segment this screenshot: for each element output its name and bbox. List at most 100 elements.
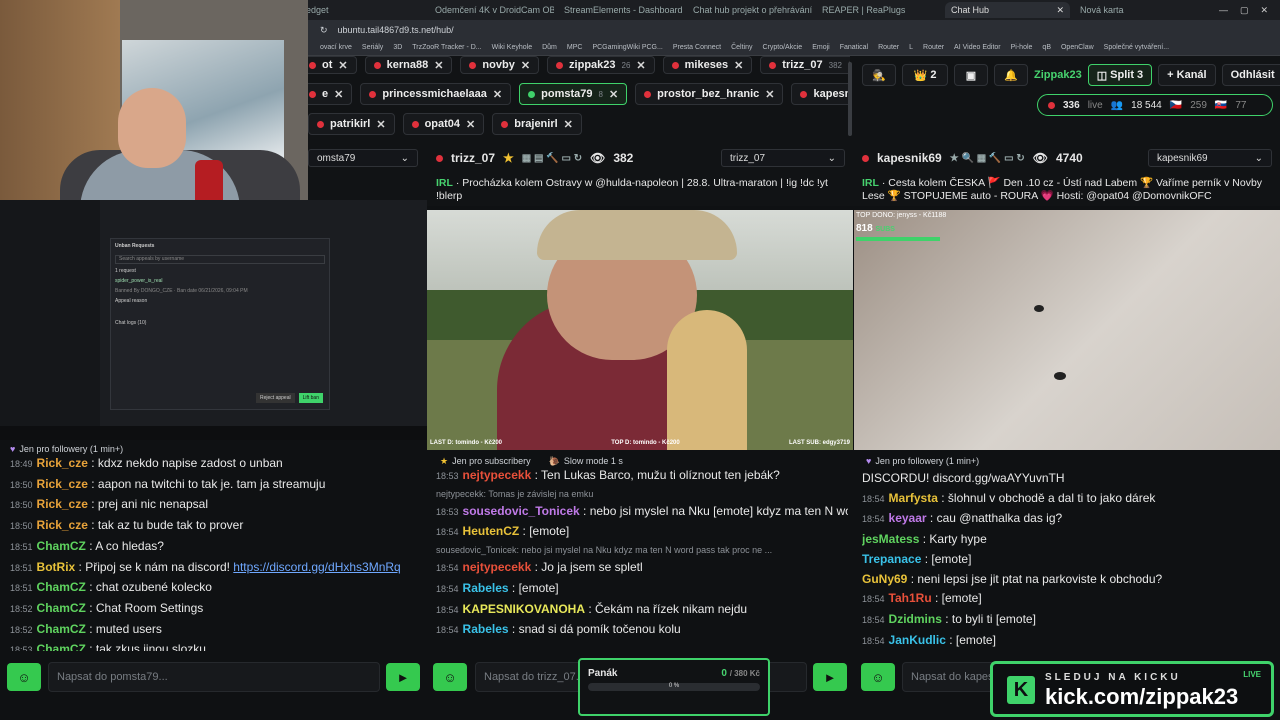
close-icon[interactable]: ✕: [734, 59, 743, 72]
channel-select[interactable]: trizz_07 ⌄: [721, 149, 845, 167]
channel-chip[interactable]: mikeses ✕: [662, 56, 753, 74]
star-icon[interactable]: ★: [503, 151, 514, 165]
channel-chip[interactable]: kerna88 ✕: [364, 56, 453, 74]
bookmark-item[interactable]: Presta Connect: [673, 44, 721, 51]
bookmark-item[interactable]: Čeltiny: [731, 44, 752, 51]
username[interactable]: KAPESNIKOVANOHA: [463, 602, 585, 616]
bookmark-item[interactable]: Router: [878, 44, 899, 51]
username[interactable]: GuNy69: [862, 572, 907, 586]
bookmark-item[interactable]: Společné vytváření...: [1104, 44, 1169, 51]
reload-icon[interactable]: ↻: [320, 25, 328, 36]
bookmark-item[interactable]: Router: [923, 44, 944, 51]
bookmark-item[interactable]: Crypto/Akcie: [763, 44, 803, 51]
channel-chip[interactable]: ot ✕: [300, 56, 357, 74]
channel-chip[interactable]: pomsta79 8 ✕: [519, 83, 628, 105]
channel-select[interactable]: kapesnik69 ⌄: [1148, 149, 1272, 167]
bookmark-item[interactable]: AI Video Editor: [954, 44, 1001, 51]
bell-icon[interactable]: 🔔: [994, 64, 1028, 86]
split-button[interactable]: ◫ Split 3: [1087, 64, 1153, 86]
close-window-icon[interactable]: ✕: [1260, 5, 1268, 16]
username[interactable]: Rick_cze: [37, 477, 88, 491]
channel-chip[interactable]: kapesnik694740✕: [791, 83, 850, 105]
scrollbar[interactable]: [848, 62, 852, 136]
tool-icons[interactable]: ▦ ▤ 🔨 ▭ ↻: [522, 153, 582, 164]
bookmark-item[interactable]: Wiki Keyhole: [492, 44, 532, 51]
username[interactable]: nejtypecekk: [463, 560, 532, 574]
bookmark-item[interactable]: Dům: [542, 44, 557, 51]
bookmark-item[interactable]: MPC: [567, 44, 583, 51]
channel-chip[interactable]: opat04 ✕: [402, 113, 485, 135]
close-icon[interactable]: ✕: [564, 118, 573, 131]
url-field[interactable]: ubuntu.tail4867d9.ts.net/hub/: [338, 25, 454, 35]
username[interactable]: nejtypecekk: [463, 468, 532, 482]
bookmark-item[interactable]: PCGamingWiki PCG...: [592, 44, 662, 51]
username[interactable]: Dzidmins: [889, 612, 942, 626]
close-icon[interactable]: ✕: [434, 59, 443, 72]
logout-button[interactable]: Odhlásit: [1221, 64, 1280, 86]
username[interactable]: ChamCZ: [37, 622, 86, 636]
image-icon[interactable]: ▣: [954, 64, 988, 86]
channel-select[interactable]: omsta79 ⌄: [308, 149, 418, 167]
channel-chip[interactable]: princessmichaelaaa ✕: [360, 83, 512, 105]
username[interactable]: Rick_cze: [37, 497, 88, 511]
username[interactable]: Marfysta: [889, 491, 938, 505]
bookmark-item[interactable]: Pi-hole: [1011, 44, 1033, 51]
username[interactable]: Rick_cze: [37, 518, 88, 532]
chat-input-pomsta79[interactable]: Napsat do pomsta79...: [48, 662, 380, 692]
send-button[interactable]: ►: [813, 663, 847, 691]
reject-appeal-button[interactable]: Reject appeal: [256, 393, 295, 403]
maximize-icon[interactable]: ▢: [1240, 5, 1249, 16]
username[interactable]: ChamCZ: [37, 539, 86, 553]
close-icon[interactable]: ✕: [376, 118, 385, 131]
bookmark-item[interactable]: Emoji: [812, 44, 830, 51]
username[interactable]: Rabeles: [463, 581, 509, 595]
username[interactable]: sousedovic_Tonicek: [463, 504, 580, 518]
emoji-button[interactable]: ☺: [7, 663, 41, 691]
minimize-icon[interactable]: —: [1219, 5, 1228, 16]
close-icon[interactable]: ✕: [521, 59, 530, 72]
username[interactable]: Trepanace: [862, 552, 921, 566]
username[interactable]: Rabeles: [463, 622, 509, 636]
username[interactable]: JanKudlic: [889, 633, 946, 647]
close-icon[interactable]: ✕: [765, 88, 774, 101]
bookmark-item[interactable]: OpenClaw: [1061, 44, 1094, 51]
channel-chip[interactable]: brajenirl ✕: [492, 113, 582, 135]
browser-tab[interactable]: StreamElements - Dashboard: [558, 2, 683, 18]
incognito-icon[interactable]: 🕵: [862, 64, 896, 86]
emoji-button[interactable]: ☺: [433, 663, 467, 691]
crown-button[interactable]: 👑 2: [902, 64, 948, 86]
channel-chip[interactable]: novby ✕: [460, 56, 540, 74]
channel-chip[interactable]: prostor_bez_hranic ✕: [635, 83, 784, 105]
browser-tab[interactable]: Nová karta: [1074, 2, 1199, 18]
browser-tab-active[interactable]: Chat Hub ✕: [945, 2, 1070, 18]
bookmark-item[interactable]: qB: [1042, 44, 1051, 51]
browser-tab[interactable]: Odemčení 4K v DroidCam OBS - Go: [429, 2, 554, 18]
username[interactable]: keyaar: [889, 511, 927, 525]
close-icon[interactable]: ✕: [334, 88, 343, 101]
bookmark-item[interactable]: ovací krve: [320, 44, 352, 51]
bookmark-item[interactable]: Seriály: [362, 44, 383, 51]
browser-tab[interactable]: Chat hub projekt o přehrávání stre: [687, 2, 812, 18]
username[interactable]: HeutenCZ: [463, 524, 520, 538]
bookmark-item[interactable]: 3D: [393, 44, 402, 51]
close-icon[interactable]: ✕: [493, 88, 502, 101]
message-link[interactable]: https://discord.gg/dHxhs3MnRq: [233, 560, 400, 574]
close-icon[interactable]: ✕: [338, 59, 347, 72]
browser-tab[interactable]: REAPER | ReaPlugs: [816, 2, 941, 18]
tool-icons[interactable]: ★ 🔍 ▦ 🔨 ▭ ↻: [950, 153, 1025, 164]
close-icon[interactable]: ✕: [466, 118, 475, 131]
username[interactable]: jesMatess: [862, 532, 919, 546]
browser-tab[interactable]: edget: [300, 2, 425, 18]
channel-chip[interactable]: trizz_07382✕: [760, 56, 850, 74]
username[interactable]: Rick_cze: [37, 456, 88, 470]
close-tab-icon[interactable]: ✕: [1056, 5, 1064, 16]
channel-chip[interactable]: patrikirl ✕: [308, 113, 395, 135]
username[interactable]: BotRix: [37, 560, 76, 574]
bookmark-item[interactable]: Fanatical: [840, 44, 868, 51]
username[interactable]: ChamCZ: [37, 580, 86, 594]
username[interactable]: ChamCZ: [37, 642, 86, 651]
bookmark-item[interactable]: TrzZooR Tracker - D...: [412, 44, 481, 51]
lift-ban-button[interactable]: Lift ban: [298, 393, 323, 403]
close-icon[interactable]: ✕: [636, 59, 645, 72]
appeal-search[interactable]: Search appeals by username: [115, 255, 325, 264]
